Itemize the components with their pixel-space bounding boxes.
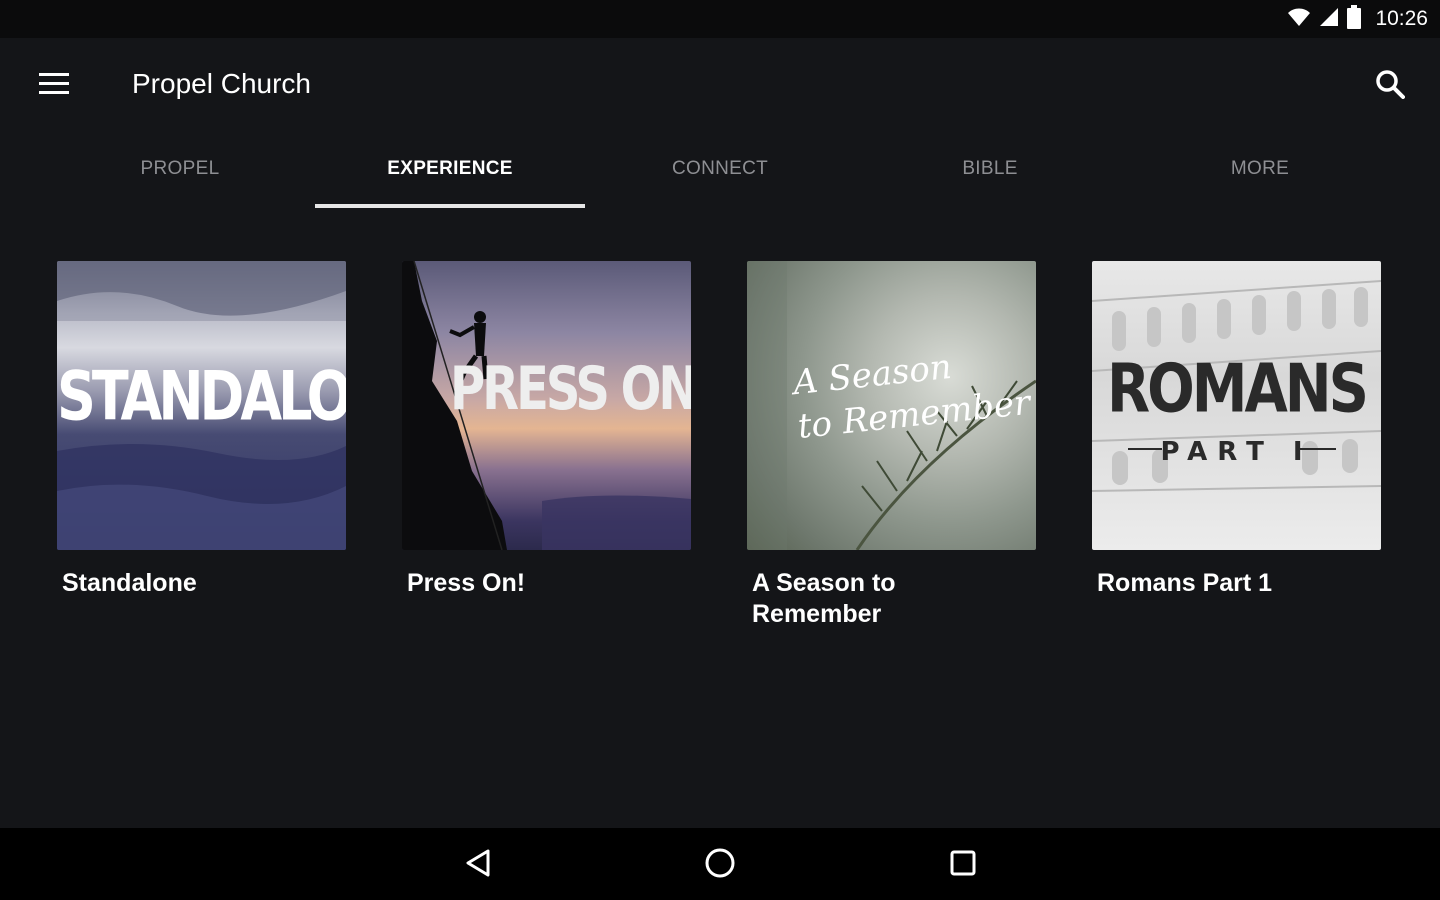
status-time: 10:26 (1375, 7, 1428, 30)
search-button[interactable] (1368, 64, 1412, 108)
tab-more[interactable]: MORE (1125, 134, 1395, 208)
app-screen: 10:26 Propel Church PROPEL EXPERIENCE CO… (0, 0, 1440, 900)
active-tab-indicator (315, 204, 585, 208)
series-card-press-on[interactable]: PRESS ON! Press On! (402, 261, 691, 630)
recents-button[interactable] (938, 840, 988, 890)
series-artwork: STANDALONE (57, 261, 346, 550)
tab-experience[interactable]: EXPERIENCE (315, 134, 585, 208)
back-button[interactable] (453, 840, 503, 890)
back-icon (464, 848, 492, 883)
system-nav-bar (0, 828, 1440, 900)
tab-label: EXPERIENCE (387, 158, 513, 179)
status-icons: 10:26 (1287, 0, 1428, 38)
series-artwork: ROMANS PART I (1092, 261, 1381, 550)
tab-label: MORE (1230, 158, 1290, 179)
search-icon (1375, 69, 1405, 104)
series-card-romans-part-1[interactable]: ROMANS PART I Romans Part 1 (1092, 261, 1381, 630)
home-button[interactable] (695, 840, 745, 890)
artwork-title: STANDALONE (57, 357, 346, 436)
tab-bible[interactable]: BIBLE (855, 134, 1125, 208)
series-title: Standalone (62, 569, 197, 597)
tab-connect[interactable]: CONNECT (585, 134, 855, 208)
artwork-title: PRESS ON! (450, 354, 691, 424)
artwork-title: ROMANS (1107, 350, 1369, 429)
series-card-standalone[interactable]: STANDALONE Standalone (57, 261, 346, 630)
menu-button[interactable] (30, 66, 78, 106)
home-icon (704, 847, 736, 884)
series-artwork: A Season to Remember (747, 261, 1036, 550)
tab-propel[interactable]: PROPEL (45, 134, 315, 208)
tab-label: BIBLE (962, 158, 1018, 179)
series-artwork: PRESS ON! (402, 261, 691, 550)
cell-signal-icon (1319, 7, 1339, 32)
tab-bar: PROPEL EXPERIENCE CONNECT BIBLE MORE (45, 134, 1395, 208)
recents-icon (949, 849, 977, 882)
app-bar: Propel Church (0, 38, 1440, 134)
app-title: Propel Church (132, 68, 311, 99)
tab-label: PROPEL (140, 158, 220, 179)
battery-icon (1347, 4, 1362, 34)
series-title: Romans Part 1 (1097, 569, 1273, 597)
wifi-icon (1287, 7, 1311, 32)
series-card-season-to-remember[interactable]: A Season to Remember A Season to Remembe… (747, 261, 1036, 630)
status-bar: 10:26 (0, 0, 1440, 38)
hamburger-menu-icon (39, 72, 69, 100)
artwork-subtitle: PART I (1160, 437, 1313, 467)
series-grid: STANDALONE Standalone PRESS ON! Press (57, 261, 1381, 630)
tab-label: CONNECT (671, 158, 769, 179)
series-title: A Season to Remember (752, 569, 896, 628)
series-title: Press On! (407, 569, 526, 597)
